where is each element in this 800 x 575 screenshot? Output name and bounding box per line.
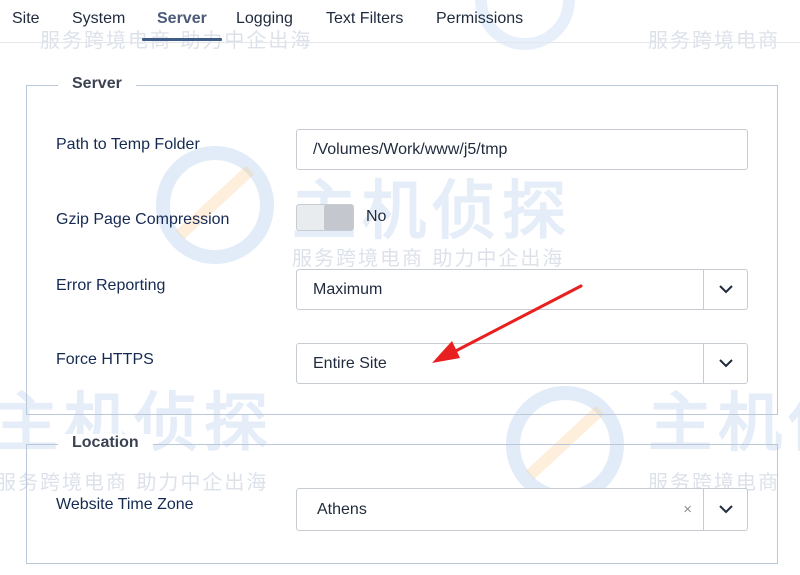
chevron-down-icon (718, 285, 733, 294)
tab-system[interactable]: System (72, 10, 125, 28)
temp-folder-label: Path to Temp Folder (56, 136, 200, 153)
temp-folder-input[interactable]: /Volumes/Work/www/j5/tmp (296, 129, 748, 170)
tab-site[interactable]: Site (12, 10, 40, 28)
gzip-toggle[interactable] (296, 204, 354, 231)
server-legend: Server (58, 75, 136, 93)
temp-folder-value: /Volumes/Work/www/j5/tmp (313, 140, 508, 158)
chevron-down-icon (718, 505, 733, 514)
tab-logging[interactable]: Logging (236, 10, 293, 28)
tab-text-filters[interactable]: Text Filters (326, 10, 403, 28)
force-https-select[interactable]: Entire Site (296, 343, 748, 384)
location-legend: Location (58, 434, 153, 452)
active-tab-indicator (142, 38, 222, 41)
force-https-label: Force HTTPS (56, 351, 154, 368)
force-https-dropdown-toggle[interactable] (703, 344, 747, 383)
tab-permissions[interactable]: Permissions (436, 10, 523, 28)
timezone-label: Website Time Zone (56, 496, 194, 513)
clear-icon[interactable]: × (683, 489, 692, 530)
error-reporting-value: Maximum (313, 280, 383, 298)
error-reporting-select[interactable]: Maximum (296, 269, 748, 310)
toggle-knob (324, 205, 353, 230)
timezone-value: Athens (317, 500, 367, 518)
tab-server[interactable]: Server (157, 10, 207, 28)
gzip-state-label: No (366, 208, 387, 225)
error-reporting-label: Error Reporting (56, 277, 166, 294)
error-reporting-dropdown-toggle[interactable] (703, 270, 747, 309)
force-https-value: Entire Site (313, 354, 387, 372)
timezone-select[interactable]: Athens × (296, 488, 748, 531)
timezone-dropdown-toggle[interactable] (703, 489, 747, 530)
chevron-down-icon (718, 359, 733, 368)
tab-bar: Site System Server Logging Text Filters … (0, 0, 800, 43)
gzip-label: Gzip Page Compression (56, 211, 230, 228)
